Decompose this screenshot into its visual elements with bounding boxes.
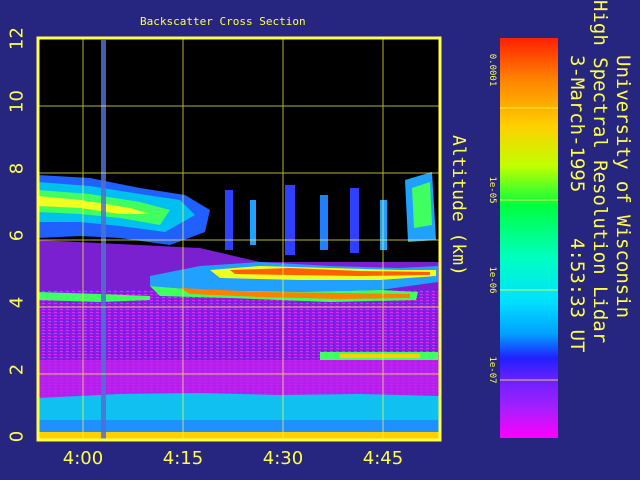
- y-tick-12: 12: [6, 27, 28, 50]
- x-tick-430: 4:30: [262, 448, 304, 469]
- y-tick-2: 2: [6, 363, 28, 376]
- institution-name: University of Wisconsin: [612, 55, 634, 319]
- y-tick-4: 4: [6, 296, 28, 309]
- colorbar-tick-1e-7: 1e-07: [487, 356, 497, 384]
- colorbar-tick-1e-6: 1e-06: [487, 266, 497, 294]
- x-tick-400: 4:00: [62, 448, 104, 469]
- date-time-stamp: 3-March-1995 4:53:33 UT: [566, 55, 588, 353]
- y-tick-10: 10: [6, 90, 28, 113]
- y-tick-6: 6: [6, 229, 28, 242]
- y-tick-0: 0: [6, 430, 28, 443]
- y-tick-8: 8: [6, 162, 28, 175]
- colorbar-tick-1e-5: 1e-05: [487, 176, 497, 204]
- colorbar-tick-1e-4: 0.0001: [487, 53, 497, 87]
- instrument-name: High Spectral Resolution Lidar: [589, 0, 611, 344]
- backscatter-plot: [36, 36, 558, 442]
- x-tick-415: 4:15: [162, 448, 204, 469]
- x-tick-445: 4:45: [362, 448, 404, 469]
- y-axis-label: Altitude (km): [448, 135, 469, 276]
- colorbar: [500, 38, 558, 438]
